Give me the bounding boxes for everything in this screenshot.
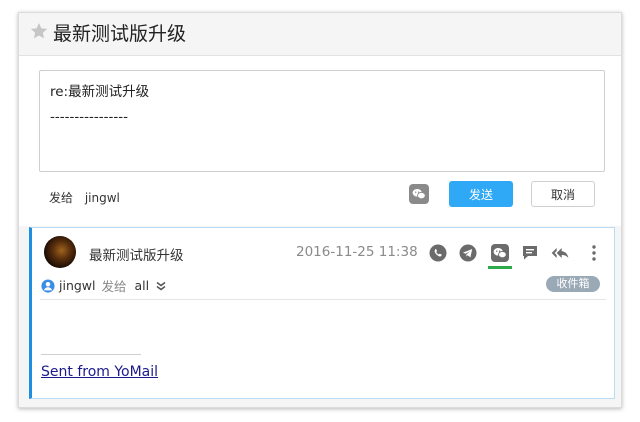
comment-icon[interactable]	[520, 243, 540, 263]
reply-recipient[interactable]: jingwl	[85, 191, 120, 205]
signature-link[interactable]: Sent from YoMail	[41, 364, 158, 380]
more-icon[interactable]	[584, 243, 604, 263]
message-date: 2016-11-25 11:38	[296, 244, 418, 260]
chevron-double-down-icon[interactable]	[155, 280, 167, 292]
page-title: 最新测试版升级	[53, 23, 187, 45]
reply-subject-line: re:最新测试升级	[50, 84, 150, 100]
reply-separator-line: ----------------	[50, 109, 128, 125]
sent-to-label: 发给	[49, 191, 74, 205]
send-button[interactable]: 发送	[449, 181, 513, 207]
wechat-icon[interactable]	[490, 243, 510, 263]
cancel-button[interactable]: 取消	[531, 181, 595, 207]
telegram-icon[interactable]	[458, 243, 478, 263]
reply-panel: re:最新测试升级 ---------------- 发给 jingwl 发送 …	[19, 56, 621, 226]
sender-row: jingwl 发给 all	[41, 276, 167, 295]
active-channel-indicator	[488, 266, 512, 269]
star-icon[interactable]	[29, 21, 49, 41]
reply-all-icon[interactable]	[550, 243, 570, 263]
wechat-icon[interactable]	[409, 184, 429, 204]
whatsapp-icon[interactable]	[428, 243, 448, 263]
meta-divider	[40, 299, 606, 300]
avatar[interactable]	[44, 236, 76, 268]
message-subject: 最新测试版升级	[89, 248, 184, 264]
sent-to-label: 发给	[101, 279, 127, 294]
reply-textarea[interactable]: re:最新测试升级 ----------------	[39, 70, 605, 172]
recipients[interactable]: all	[135, 278, 150, 293]
email-thread-card: 最新测试版升级 re:最新测试升级 ---------------- 发给 ji…	[18, 12, 622, 408]
folder-badge[interactable]: 收件箱	[546, 276, 600, 292]
person-icon	[41, 278, 55, 293]
message-panel: 最新测试版升级 2016-11-25 11:38 jingwl 发给 all 收…	[29, 227, 615, 399]
thread-header: 最新测试版升级	[19, 13, 621, 55]
signature-divider	[41, 354, 141, 355]
sender-name[interactable]: jingwl	[59, 278, 96, 293]
reply-recipient-row: 发给 jingwl	[49, 189, 120, 206]
